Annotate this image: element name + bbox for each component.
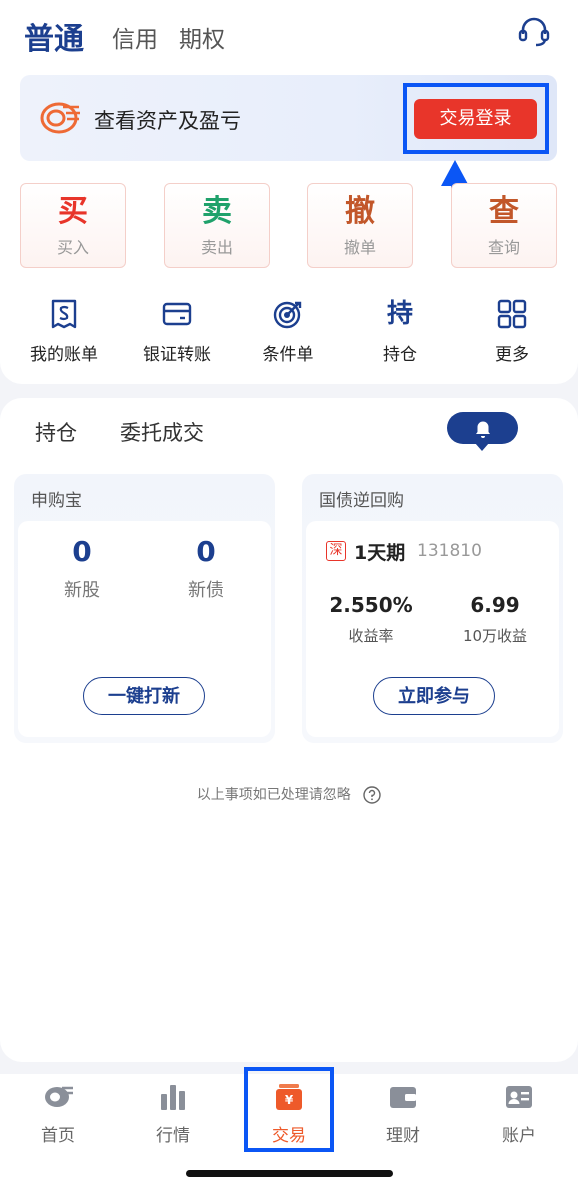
new-bond-count: 0 <box>196 535 216 568</box>
market-tag: 深 <box>326 541 346 561</box>
nav-account[interactable]: 账户 <box>474 1082 564 1146</box>
cancel-label: 撤单 <box>343 238 376 257</box>
repo-code: 131810 <box>417 541 482 561</box>
grid-icon <box>497 299 527 329</box>
hold-icon: 持 <box>386 299 413 329</box>
quick-conditional-order[interactable]: 条件单 <box>233 298 343 365</box>
target-icon <box>273 301 302 329</box>
quick-more[interactable]: 更多 <box>457 298 567 365</box>
repo-term: 1天期 <box>354 542 406 564</box>
nav-wealth[interactable]: 理财 <box>358 1082 448 1146</box>
highlight-box-login <box>403 83 549 154</box>
quick-more-label: 更多 <box>495 345 529 365</box>
sell-button[interactable]: 卖 卖出 <box>164 183 270 268</box>
nav-wealth-label: 理财 <box>386 1126 420 1146</box>
ignore-note: 以上事项如已处理请忽略 <box>0 784 578 804</box>
quick-bank-transfer[interactable]: 银证转账 <box>122 298 232 365</box>
quick-bank-transfer-label: 银证转账 <box>143 345 211 365</box>
asset-banner-text: 查看资产及盈亏 <box>94 109 241 133</box>
quick-my-bill[interactable]: 我的账单 <box>9 298 119 365</box>
buy-button[interactable]: 买 买入 <box>20 183 126 268</box>
home-indicator <box>186 1170 393 1177</box>
query-button[interactable]: 查 查询 <box>451 183 557 268</box>
quick-holdings[interactable]: 持 持仓 <box>345 298 455 365</box>
cancel-order-button[interactable]: 撤 撤单 <box>307 183 413 268</box>
buy-glyph: 买 <box>58 194 88 229</box>
notification-button[interactable] <box>447 412 518 444</box>
cancel-glyph: 撤 <box>345 194 375 229</box>
ipo-card-title: 申购宝 <box>31 491 82 511</box>
new-stock-count: 0 <box>72 535 92 568</box>
nav-home[interactable]: 首页 <box>13 1082 103 1146</box>
quick-holdings-label: 持仓 <box>383 345 417 365</box>
new-stock-label: 新股 <box>64 580 100 601</box>
nav-market[interactable]: 行情 <box>128 1082 218 1146</box>
nav-home-label: 首页 <box>41 1126 75 1146</box>
ignore-note-text: 以上事项如已处理请忽略 <box>196 787 351 803</box>
highlight-box-trade <box>244 1067 334 1152</box>
home-icon <box>45 1086 73 1107</box>
query-label: 查询 <box>487 238 520 257</box>
wallet-icon <box>390 1087 416 1108</box>
tab-options[interactable]: 期权 <box>179 20 225 54</box>
bell-icon <box>476 421 490 438</box>
repo-rate-label: 收益率 <box>348 627 394 645</box>
bill-icon <box>51 299 77 329</box>
quick-conditional-order-label: 条件单 <box>262 345 314 365</box>
repo-gain: 6.99 <box>470 593 520 617</box>
one-click-subscribe-button[interactable]: 一键打新 <box>83 677 205 715</box>
quick-my-bill-label: 我的账单 <box>30 345 98 365</box>
nav-market-label: 行情 <box>156 1126 190 1146</box>
chart-icon <box>161 1085 185 1110</box>
account-icon <box>506 1086 532 1108</box>
repo-gain-label: 10万收益 <box>462 627 528 645</box>
pill-pointer-icon <box>475 443 489 451</box>
tab-holdings[interactable]: 持仓 <box>35 417 77 447</box>
sell-label: 卖出 <box>200 238 233 257</box>
headset-icon[interactable] <box>516 14 552 50</box>
repo-rate: 2.550% <box>329 593 413 617</box>
buy-label: 买入 <box>56 238 89 257</box>
nav-account-label: 账户 <box>502 1126 536 1146</box>
brand-logo-icon <box>40 102 80 134</box>
tab-orders[interactable]: 委托成交 <box>120 417 204 447</box>
sell-glyph: 卖 <box>202 194 232 229</box>
new-bond-label: 新债 <box>188 580 224 601</box>
participate-now-button[interactable]: 立即参与 <box>373 677 495 715</box>
card-icon <box>162 302 192 326</box>
repo-card-title: 国债逆回购 <box>319 491 404 511</box>
tab-credit[interactable]: 信用 <box>112 20 158 54</box>
query-glyph: 查 <box>489 194 519 229</box>
tab-normal[interactable]: 普通 <box>24 14 84 58</box>
help-icon[interactable] <box>363 786 381 804</box>
